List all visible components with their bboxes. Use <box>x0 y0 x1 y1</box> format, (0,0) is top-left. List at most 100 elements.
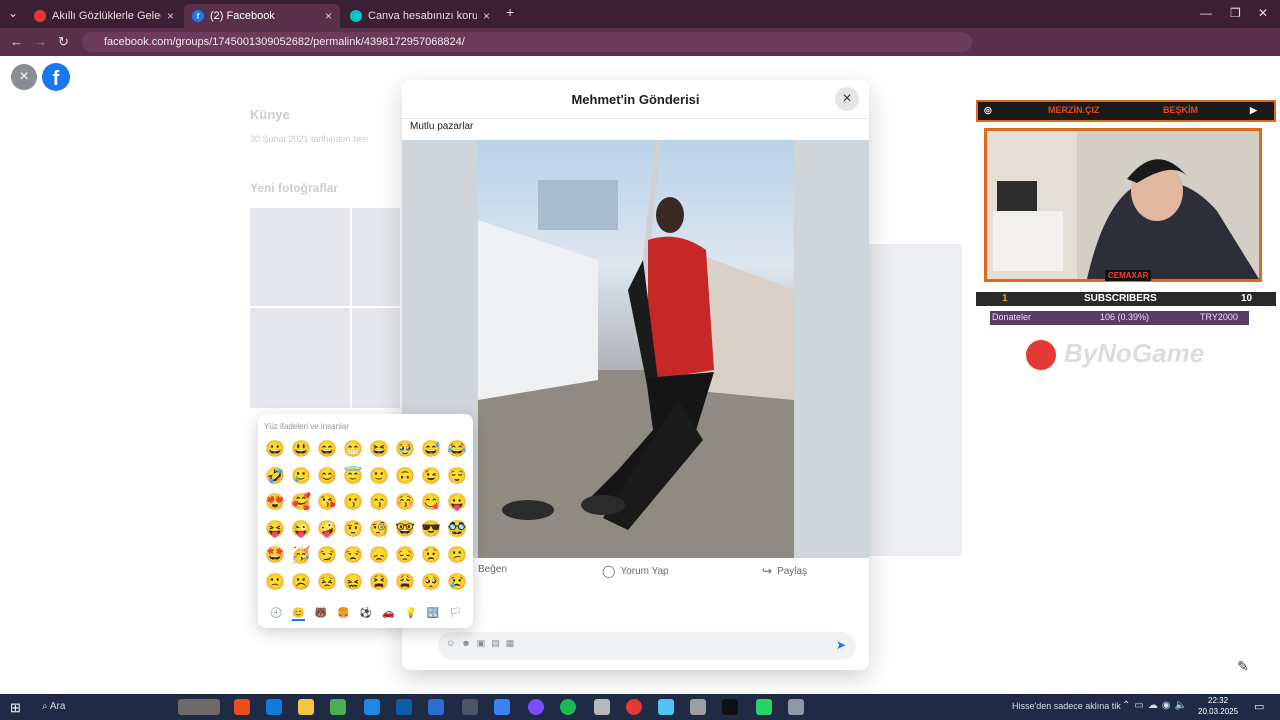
emoji-item[interactable]: 😉 <box>418 463 444 490</box>
emoji-item[interactable]: 😆 <box>366 436 392 463</box>
emoji-item[interactable]: 😟 <box>418 542 444 569</box>
emoji-item[interactable]: 😢 <box>444 569 470 596</box>
app-icon[interactable] <box>788 699 804 715</box>
like-button[interactable]: Beğen <box>478 564 507 575</box>
steam-icon[interactable] <box>462 699 478 715</box>
bg-photo-thumb[interactable] <box>250 208 350 306</box>
emoji-item[interactable]: 😔 <box>392 542 418 569</box>
emoji-item[interactable]: 🥸 <box>444 516 470 543</box>
emoji-item[interactable]: ☹️ <box>288 569 314 596</box>
tab-search-icon[interactable]: ⌄ <box>8 6 18 20</box>
emoji-item[interactable]: 😞 <box>366 542 392 569</box>
emoji-item[interactable]: 🙃 <box>392 463 418 490</box>
emoji-item[interactable]: 😜 <box>288 516 314 543</box>
tab-akilli[interactable]: Akıllı Gözlüklerle Geleceği × <box>26 4 182 28</box>
emoji-item[interactable]: 😩 <box>392 569 418 596</box>
close-icon[interactable]: × <box>167 9 174 23</box>
emoji-item[interactable]: 😖 <box>340 569 366 596</box>
obs-icon[interactable] <box>626 699 642 715</box>
avatar-icon[interactable]: ☺ <box>446 638 461 648</box>
taskbar-search[interactable]: ⌕ Ara <box>34 698 174 716</box>
emoji-item[interactable]: 😂 <box>444 436 470 463</box>
emoji-item[interactable]: 😌 <box>444 463 470 490</box>
emoji-item[interactable]: 🤣 <box>262 463 288 490</box>
app-icon[interactable] <box>234 699 250 715</box>
windows-start-icon[interactable]: ⊞ <box>10 700 21 716</box>
emoji-item[interactable]: 🥰 <box>288 489 314 516</box>
emoji-item[interactable]: 😋 <box>418 489 444 516</box>
emoji-item[interactable]: 🤪 <box>314 516 340 543</box>
emoji-category-tab[interactable]: 😊 <box>292 608 305 621</box>
whatsapp-icon[interactable] <box>756 699 772 715</box>
tab-facebook[interactable]: f (2) Facebook × <box>184 4 340 28</box>
close-viewer-button[interactable]: × <box>11 64 37 90</box>
app-icon[interactable] <box>428 699 444 715</box>
taskbar-clock[interactable]: 22:32 20.03.2025 <box>1198 695 1238 717</box>
new-message-icon[interactable]: ✎ <box>1231 654 1255 678</box>
emoji-item[interactable]: 😣 <box>314 569 340 596</box>
notification-icon[interactable]: ▭ <box>1254 700 1264 713</box>
spotify-icon[interactable] <box>560 699 576 715</box>
new-tab-button[interactable]: + <box>506 4 514 20</box>
emoji-category-tab[interactable]: 🍔 <box>337 608 349 621</box>
telegram-icon[interactable] <box>494 699 510 715</box>
emoji-item[interactable]: 🧐 <box>366 516 392 543</box>
emoji-category-tab[interactable]: ⚽ <box>360 608 372 621</box>
facebook-logo[interactable]: f <box>42 63 70 91</box>
url-field[interactable]: facebook.com/groups/1745001309052682/per… <box>82 32 972 52</box>
emoji-item[interactable]: 😘 <box>314 489 340 516</box>
emoji-item[interactable]: 😗 <box>340 489 366 516</box>
emoji-category-tab[interactable]: 💡 <box>404 608 416 621</box>
emoji-item[interactable]: 🥳 <box>288 542 314 569</box>
edge-icon[interactable] <box>266 699 282 715</box>
modal-close-button[interactable]: × <box>835 87 859 111</box>
app-icon[interactable] <box>658 699 674 715</box>
emoji-item[interactable]: 🤨 <box>340 516 366 543</box>
system-tray[interactable]: ⌃▭☁◉🔈 <box>1122 700 1191 711</box>
restore-icon[interactable]: ❐ <box>1230 6 1241 20</box>
app-icon[interactable] <box>594 699 610 715</box>
emoji-item[interactable]: 😚 <box>392 489 418 516</box>
emoji-category-tab[interactable]: 🐻 <box>315 608 327 621</box>
close-icon[interactable]: × <box>325 9 332 23</box>
emoji-icon[interactable]: ☻ <box>461 638 476 648</box>
post-photo[interactable] <box>478 140 794 558</box>
forward-icon[interactable]: → <box>34 34 47 49</box>
emoji-item[interactable]: 😃 <box>288 436 314 463</box>
emoji-item[interactable]: 😎 <box>418 516 444 543</box>
emoji-item[interactable]: 🥺 <box>418 569 444 596</box>
emoji-item[interactable]: 🤩 <box>262 542 288 569</box>
emoji-item[interactable]: 🤓 <box>392 516 418 543</box>
emoji-item[interactable]: 😙 <box>366 489 392 516</box>
bg-photo-thumb[interactable] <box>250 308 350 408</box>
emoji-item[interactable]: 😒 <box>340 542 366 569</box>
reload-icon[interactable]: ↻ <box>58 34 69 50</box>
emoji-item[interactable]: 😕 <box>444 542 470 569</box>
emoji-item[interactable]: 🥲 <box>288 463 314 490</box>
search-highlight-image[interactable] <box>178 699 220 715</box>
app-icon[interactable] <box>528 699 544 715</box>
send-icon[interactable]: ➤ <box>836 638 846 652</box>
emoji-item[interactable]: 😊 <box>314 463 340 490</box>
emoji-item[interactable]: 😀 <box>262 436 288 463</box>
taskbar-news[interactable]: Hisse'den sadece aklına tik <box>1012 701 1121 711</box>
file-explorer-icon[interactable] <box>298 699 314 715</box>
emoji-item[interactable]: 🥹 <box>392 436 418 463</box>
bg-photo-thumb[interactable] <box>352 308 400 408</box>
share-button[interactable]: ↪ Paylaş <box>762 564 807 578</box>
emoji-item[interactable]: 😍 <box>262 489 288 516</box>
emoji-category-tab[interactable]: 🚗 <box>382 608 394 621</box>
back-icon[interactable]: ← <box>10 34 23 49</box>
minimize-icon[interactable]: — <box>1200 6 1212 20</box>
camera-icon[interactable]: ▣ <box>477 638 492 648</box>
emoji-item[interactable]: 😏 <box>314 542 340 569</box>
mail-icon[interactable] <box>364 699 380 715</box>
app-icon[interactable] <box>330 699 346 715</box>
emoji-category-tab[interactable]: 🕘 <box>270 608 282 621</box>
emoji-category-tab[interactable]: 🏳 <box>449 608 462 621</box>
emoji-item[interactable]: 😫 <box>366 569 392 596</box>
tiktok-icon[interactable] <box>722 699 738 715</box>
emoji-item[interactable]: 😇 <box>340 463 366 490</box>
emoji-category-tab[interactable]: 🔣 <box>427 608 439 621</box>
emoji-item[interactable]: 😄 <box>314 436 340 463</box>
